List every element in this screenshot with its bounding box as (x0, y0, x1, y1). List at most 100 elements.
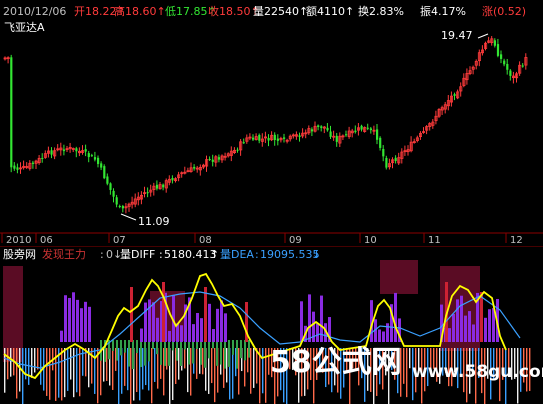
candle-body (298, 135, 301, 137)
volume-bar (250, 348, 252, 394)
candle-body (326, 127, 329, 131)
candle-body (493, 40, 496, 46)
candle-body (109, 183, 112, 190)
candle-body (217, 157, 221, 160)
candle-body (115, 197, 118, 205)
volume-bar (94, 348, 96, 394)
volume-bar (256, 348, 258, 384)
purple-bar (216, 308, 219, 342)
time-label: 07 (113, 235, 126, 246)
green-bar (116, 340, 118, 361)
purple-bar (200, 318, 203, 342)
volume-bar (40, 348, 42, 385)
candle-body (310, 129, 314, 132)
candle-body (496, 44, 500, 56)
header-item: 量22540↑ (253, 5, 308, 18)
indicator-chart[interactable]: 股旁网 发现王力 : 0 ↓ 量DIFF : 5180.413 ↑ 量DEA :… (0, 246, 543, 404)
candle-body (506, 63, 509, 70)
candle-body (41, 157, 44, 159)
candle-body (394, 157, 397, 161)
candle-body (13, 165, 16, 169)
green-bar (208, 340, 210, 359)
candle-body (369, 128, 372, 131)
dea-arrow: ↓ (312, 248, 321, 261)
green-bar (232, 340, 234, 355)
volume-bar (238, 348, 240, 395)
candle-body (31, 162, 35, 164)
purple-bar (60, 330, 63, 342)
candle-body (62, 149, 66, 152)
volume-bar (142, 348, 144, 390)
purple-bar (152, 302, 155, 342)
purple-bar (460, 295, 463, 342)
candle-body (379, 137, 382, 148)
candle-body (211, 159, 214, 162)
purple-bar (212, 329, 215, 342)
volume-bar (166, 348, 168, 370)
green-bar (160, 340, 162, 365)
candle-body (267, 137, 270, 141)
high-pointer (477, 33, 489, 39)
header-item: 振4.17% (420, 4, 466, 18)
purple-bar (68, 297, 71, 342)
candle-body (283, 137, 286, 139)
volume-bar (73, 348, 75, 398)
green-bar (204, 340, 206, 368)
dea-label: 量DEA (220, 248, 254, 261)
candle-body (276, 138, 279, 141)
purple-bar (468, 311, 471, 342)
volume-bar (154, 348, 156, 382)
purple-bar (456, 299, 459, 342)
candle-body (103, 166, 106, 179)
candle-body (50, 150, 53, 155)
purple-bar (140, 328, 143, 342)
candle-body (345, 134, 348, 136)
purple-bar (220, 300, 223, 342)
price-chart[interactable]: 2010/12/06 开18.22↑高18.60↑ 低17.85↑收18.50↑量… (0, 0, 543, 246)
candle-body (236, 149, 239, 151)
volume-bar (184, 348, 186, 369)
candle-body (208, 159, 211, 161)
price-chart-pane[interactable]: 2010/12/06 开18.22↑ 高18.60↑ 低17.85↑ 收18.50↑ 量… (0, 0, 543, 246)
volume-bar (172, 348, 174, 401)
candle-body (317, 125, 320, 128)
green-bar (228, 340, 230, 367)
volume-bar (46, 348, 48, 396)
purple-bar (84, 301, 87, 342)
purple-bar (224, 313, 227, 342)
indicator-pane[interactable]: 股旁网 发现王力 : 0 ↓ 量DIFF : 5180.413 ↑ 量DEA :… (0, 246, 543, 404)
volume-bar (10, 348, 12, 377)
volume-bar (178, 348, 180, 380)
purple-bar (394, 292, 397, 342)
volume-bar (226, 348, 228, 383)
header-date: 2010/12/06 (3, 5, 66, 18)
indicator-band (150, 291, 185, 341)
candle-body (75, 148, 78, 152)
green-bar (220, 340, 222, 365)
candle-body (385, 157, 388, 168)
candle-body (360, 125, 363, 130)
volume-bar (130, 348, 132, 404)
purple-bar (144, 302, 147, 342)
high-price-label: 19.47 (441, 29, 473, 42)
volume-bar (79, 348, 81, 397)
red-bar (480, 292, 483, 342)
candle-body (273, 134, 276, 141)
diff-colon: : (159, 248, 163, 261)
candle-body (354, 130, 357, 133)
volume-bar (403, 348, 405, 384)
candle-body (258, 134, 261, 141)
volume-bar (67, 348, 69, 391)
candle-body (509, 70, 512, 76)
green-bar (112, 340, 114, 351)
candle-body (193, 166, 196, 169)
indicator-source: 股旁网 (3, 247, 36, 261)
purple-bar (208, 303, 211, 342)
candle-body (171, 178, 174, 181)
watermark-brand: 58公式网 (270, 345, 402, 380)
green-bar (156, 340, 158, 355)
green-bar (224, 340, 226, 369)
header-item: 换2.83% (358, 4, 404, 18)
volume-bar (406, 348, 408, 398)
time-label: 12 (510, 235, 523, 246)
